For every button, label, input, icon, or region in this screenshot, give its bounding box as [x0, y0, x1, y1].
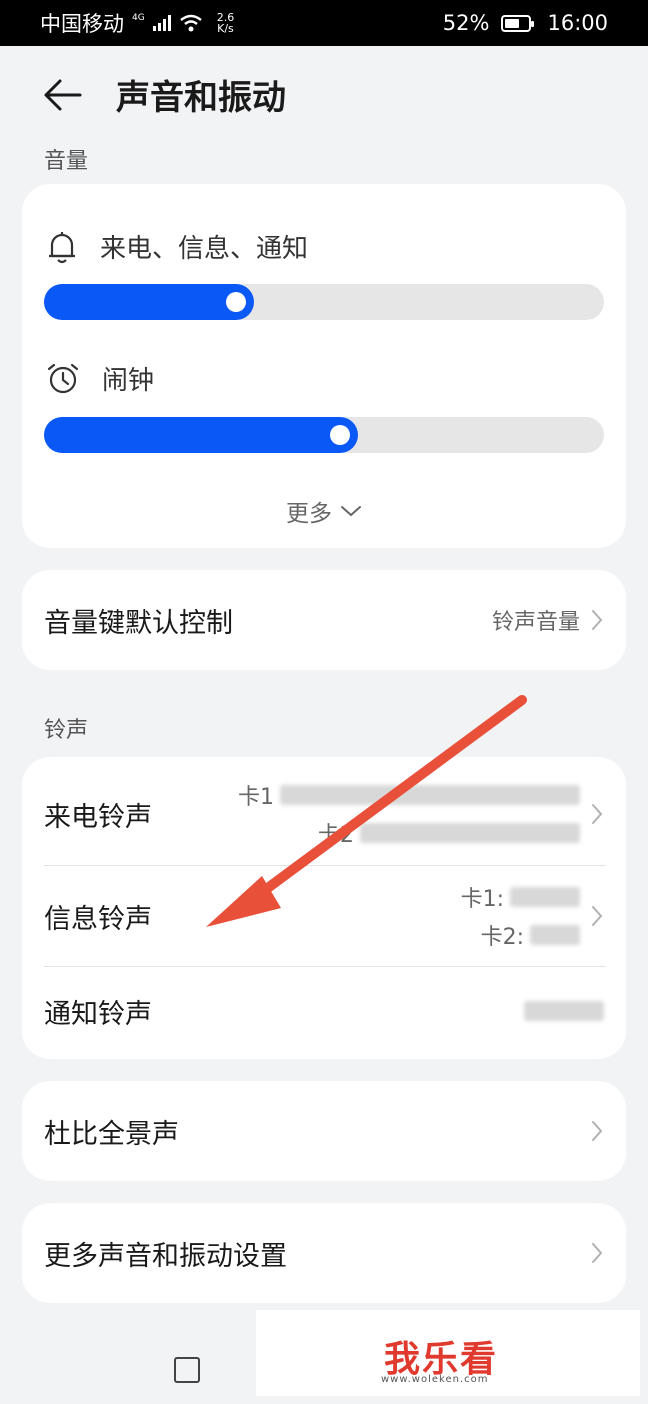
page-header: 声音和振动	[40, 70, 286, 119]
more-settings-card[interactable]: 更多声音和振动设置	[22, 1203, 626, 1303]
section-label-ringtones: 铃声	[44, 718, 89, 743]
status-right: 52% 16:00	[443, 11, 608, 35]
alarm-volume-fill	[44, 417, 358, 453]
volume-key-card[interactable]: 音量键默认控制 铃声音量	[22, 570, 626, 670]
divider	[44, 966, 606, 967]
volume-key-row[interactable]: 音量键默认控制 铃声音量	[44, 600, 604, 640]
back-arrow-icon[interactable]	[40, 73, 84, 117]
ringtone-call-row[interactable]: 来电铃声 卡1 卡2	[44, 769, 604, 859]
chevron-right-icon	[592, 610, 603, 630]
ringtone-notification-title: 通知铃声	[44, 998, 152, 1030]
carrier-name: 中国移动	[40, 12, 124, 36]
alarm-volume-knob[interactable]	[330, 425, 350, 445]
volume-card: 来电、信息、通知 闹钟 更多	[22, 184, 626, 548]
ringer-volume-fill	[44, 284, 254, 320]
ringtone-call-title: 来电铃声	[44, 801, 152, 833]
more-settings-title: 更多声音和振动设置	[44, 1240, 287, 1272]
wifi-icon	[179, 14, 202, 32]
more-volume-button[interactable]: 更多	[22, 494, 626, 528]
ringtone-notification-value	[524, 1001, 604, 1021]
chevron-right-icon	[592, 804, 603, 824]
status-left: 中国移动 4G 2.6 K/s	[40, 8, 234, 38]
ringtone-message-title: 信息铃声	[44, 903, 152, 935]
ringer-volume-label: 来电、信息、通知	[46, 228, 308, 265]
net-type-badge: 4G	[132, 13, 145, 23]
divider	[44, 865, 606, 866]
alarm-volume-slider[interactable]	[44, 417, 604, 453]
chevron-right-icon	[592, 1121, 603, 1141]
ringer-volume-knob[interactable]	[226, 292, 246, 312]
ringtone-message-sim2: 卡2:	[480, 925, 524, 950]
volume-key-title: 音量键默认控制	[44, 607, 233, 639]
dolby-card[interactable]: 杜比全景声	[22, 1081, 626, 1181]
alarm-clock-icon	[47, 363, 79, 393]
clock: 16:00	[547, 11, 608, 35]
ringtone-call-sim1: 卡1	[238, 785, 274, 810]
page-title: 声音和振动	[116, 78, 286, 118]
watermark-url: www.woleken.com	[381, 1374, 489, 1385]
network-speed: 2.6 K/s	[216, 11, 235, 35]
recents-button-icon[interactable]	[174, 1357, 200, 1383]
bell-icon	[49, 231, 75, 263]
battery-icon	[501, 14, 535, 32]
chevron-right-icon	[592, 1243, 603, 1263]
ringtones-card: 来电铃声 卡1 卡2 信息铃声 卡1: 卡2: 通知铃声	[22, 757, 626, 1059]
ringtone-message-sim1: 卡1:	[460, 887, 504, 912]
dolby-title: 杜比全景声	[44, 1118, 179, 1150]
section-label-volume: 音量	[44, 149, 89, 174]
more-settings-row[interactable]: 更多声音和振动设置	[44, 1233, 604, 1273]
alarm-volume-label: 闹钟	[46, 360, 154, 397]
ringtone-notification-row[interactable]: 通知铃声	[44, 971, 604, 1051]
status-bar: 中国移动 4G 2.6 K/s 52% 16:00	[0, 0, 648, 46]
dolby-row[interactable]: 杜比全景声	[44, 1111, 604, 1151]
ringtone-call-sim2: 卡2	[318, 823, 354, 848]
volume-key-value: 铃声音量	[491, 610, 580, 635]
signal-icon	[152, 15, 171, 31]
ringer-volume-slider[interactable]	[44, 284, 604, 320]
chevron-down-icon	[341, 506, 361, 517]
battery-percent: 52%	[442, 11, 490, 35]
ringtone-message-row[interactable]: 信息铃声 卡1: 卡2:	[44, 871, 604, 961]
watermark: 我乐看 www.woleken.com	[256, 1310, 640, 1396]
chevron-right-icon	[592, 906, 603, 926]
